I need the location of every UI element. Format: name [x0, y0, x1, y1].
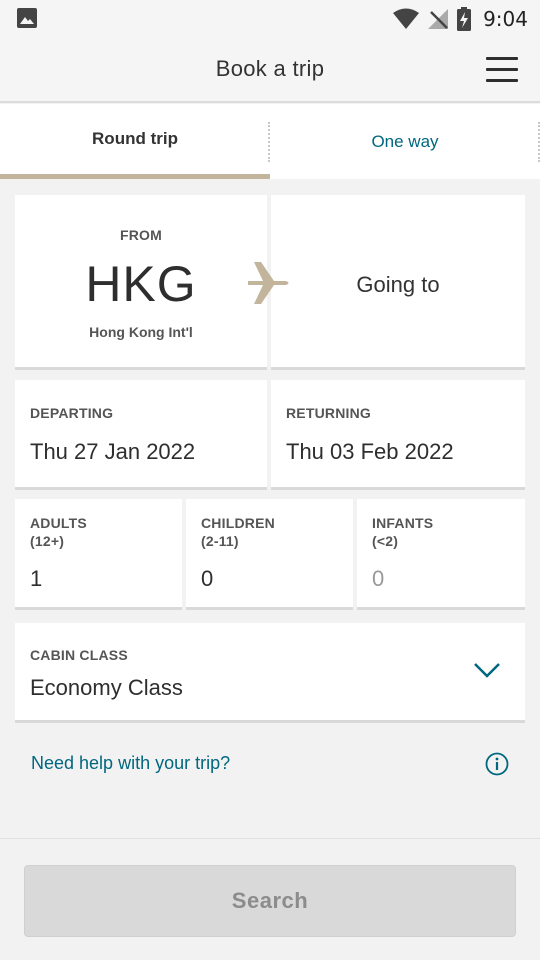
children-count: 0 — [201, 566, 214, 591]
returning-label: RETURNING — [286, 405, 372, 421]
departing-label: DEPARTING — [30, 405, 114, 421]
destination-placeholder: Going to — [356, 272, 440, 297]
wifi-icon — [393, 8, 420, 29]
battery-charging-icon — [457, 7, 472, 31]
infants-count: 0 — [372, 566, 385, 591]
page-title: Book a trip — [215, 56, 325, 81]
origin-airport-code: HKG — [85, 256, 197, 312]
infants-field[interactable]: INFANTS (<2) 0 — [357, 499, 525, 610]
info-icon[interactable] — [485, 752, 509, 776]
bottom-bar: Search — [0, 838, 540, 960]
origin-airport-name: Hong Kong Int'l — [89, 324, 193, 340]
chevron-down-icon — [474, 663, 500, 678]
children-label: CHILDREN — [201, 515, 275, 531]
hamburger-menu-icon[interactable] — [486, 56, 518, 84]
infants-label: INFANTS — [372, 515, 434, 531]
image-notification-icon — [17, 8, 37, 28]
no-signal-icon — [428, 9, 449, 29]
app-header: Book a trip — [0, 38, 540, 103]
children-field[interactable]: CHILDREN (2-11) 0 — [186, 499, 353, 610]
children-age-range: (2-11) — [201, 533, 239, 549]
cabin-class-label: CABIN CLASS — [30, 647, 128, 663]
departing-date: Thu 27 Jan 2022 — [30, 439, 196, 464]
returning-date: Thu 03 Feb 2022 — [286, 439, 454, 464]
tab-round-trip[interactable]: Round trip — [0, 104, 270, 179]
departing-date-field[interactable]: DEPARTING Thu 27 Jan 2022 — [15, 380, 267, 490]
origin-selector[interactable]: FROM HKG Hong Kong Int'l — [15, 195, 267, 370]
infants-age-range: (<2) — [372, 533, 399, 549]
cabin-class-select[interactable]: CABIN CLASS Economy Class — [15, 623, 525, 723]
help-link[interactable]: Need help with your trip? — [31, 753, 230, 774]
adults-field[interactable]: ADULTS (12+) 1 — [15, 499, 182, 610]
status-time: 9:04 — [483, 7, 528, 31]
status-bar: 9:04 — [0, 0, 540, 38]
adults-count: 1 — [30, 566, 43, 591]
cabin-class-value: Economy Class — [30, 675, 183, 700]
airplane-icon — [248, 262, 289, 304]
adults-label: ADULTS — [30, 515, 87, 531]
returning-date-field[interactable]: RETURNING Thu 03 Feb 2022 — [271, 380, 525, 490]
destination-selector[interactable]: Going to — [271, 195, 525, 370]
from-label: FROM — [119, 227, 162, 243]
adults-age-range: (12+) — [30, 533, 65, 549]
tab-one-way[interactable]: One way — [270, 104, 540, 179]
trip-type-tabs: Round trip One way — [0, 104, 540, 179]
search-button[interactable]: Search — [24, 865, 516, 937]
